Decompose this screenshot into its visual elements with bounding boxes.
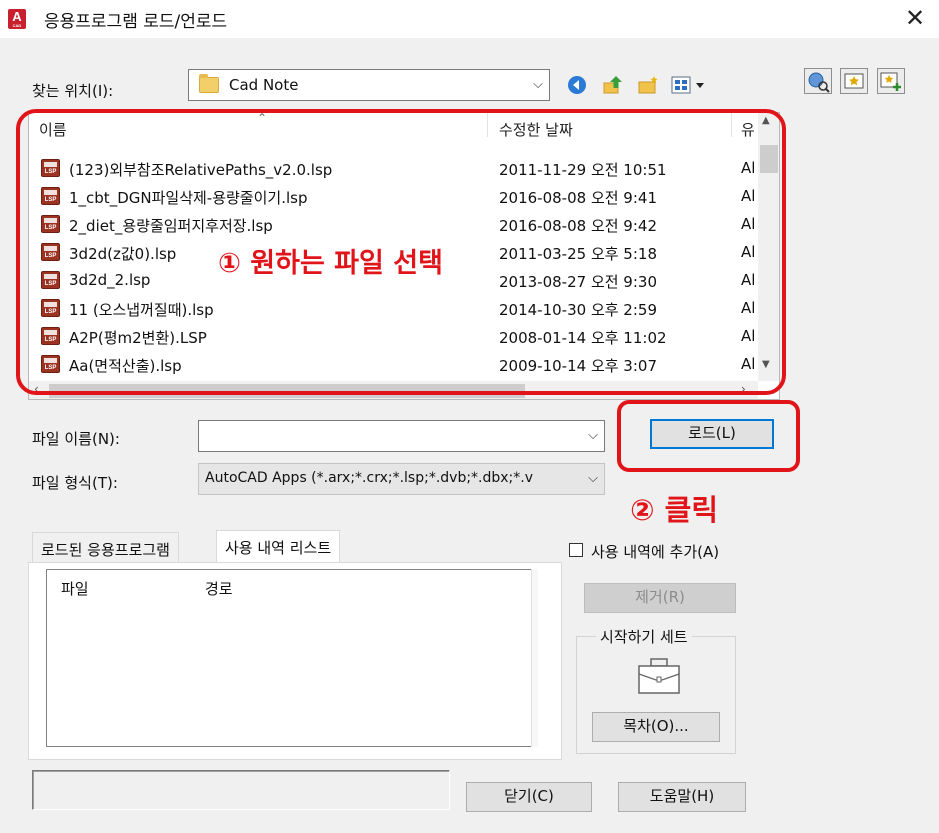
history-scrollbar[interactable] [531, 569, 538, 747]
filetype-label: 파일 형식(T): [32, 474, 118, 492]
autocad-app-icon: A CAD [8, 9, 26, 29]
chevron-down-icon[interactable]: ⌵ [588, 428, 598, 443]
briefcase-icon [638, 658, 680, 694]
close-icon[interactable]: ✕ [905, 4, 925, 32]
annotation-step2: ② 클릭 [630, 493, 719, 527]
help-button[interactable]: 도움말(H) [618, 782, 746, 812]
view-menu-icon[interactable] [670, 74, 708, 96]
window-title: 응용프로그램 로드/언로드 [44, 12, 228, 32]
filename-label: 파일 이름(N): [32, 430, 120, 448]
add-to-history-checkbox[interactable] [569, 543, 583, 557]
up-folder-icon[interactable] [602, 74, 624, 96]
web-search-button[interactable] [804, 68, 832, 94]
chevron-down-icon: ⌵ [533, 77, 543, 92]
filename-input[interactable]: ⌵ [198, 420, 605, 452]
contents-button[interactable]: 목차(O)... [592, 712, 720, 742]
history-list[interactable]: 파일 경로 [46, 569, 532, 747]
annotation-step1: ① 원하는 파일 선택 [218, 248, 443, 279]
filetype-value: AutoCAD Apps (*.arx;*.crx;*.lsp;*.dvb;*.… [205, 470, 534, 486]
add-favorites-button[interactable] [877, 68, 905, 94]
remove-button[interactable]: 제거(R) [584, 583, 736, 613]
favorite-folder-icon [844, 73, 864, 89]
annotation-box-load [617, 400, 800, 472]
tab-history-list[interactable]: 사용 내역 리스트 [216, 530, 341, 563]
lookin-label: 찾는 위치(I): [32, 82, 114, 100]
folder-icon [199, 74, 219, 93]
add-favorite-icon [880, 72, 901, 91]
filetype-dropdown[interactable]: AutoCAD Apps (*.arx;*.crx;*.lsp;*.dvb;*.… [198, 463, 605, 495]
history-column-path[interactable]: 경로 [205, 578, 233, 599]
back-icon[interactable] [566, 74, 588, 96]
status-field [32, 770, 450, 810]
close-button[interactable]: 닫기(C) [466, 782, 592, 812]
lookin-value: Cad Note [229, 76, 299, 94]
history-column-file[interactable]: 파일 [61, 578, 89, 599]
add-to-history-label: 사용 내역에 추가(A) [591, 543, 720, 561]
startup-suite-label: 시작하기 세트 [596, 626, 692, 647]
chevron-down-icon: ⌵ [584, 471, 598, 486]
globe-search-icon [808, 72, 830, 93]
tab-loaded-applications[interactable]: 로드된 응용프로그램 [32, 532, 179, 562]
title-bar: A CAD 응용프로그램 로드/언로드 ✕ [0, 0, 939, 38]
new-folder-icon[interactable] [637, 74, 659, 96]
favorites-button[interactable] [840, 68, 868, 94]
lookin-dropdown[interactable]: Cad Note ⌵ [188, 69, 550, 101]
